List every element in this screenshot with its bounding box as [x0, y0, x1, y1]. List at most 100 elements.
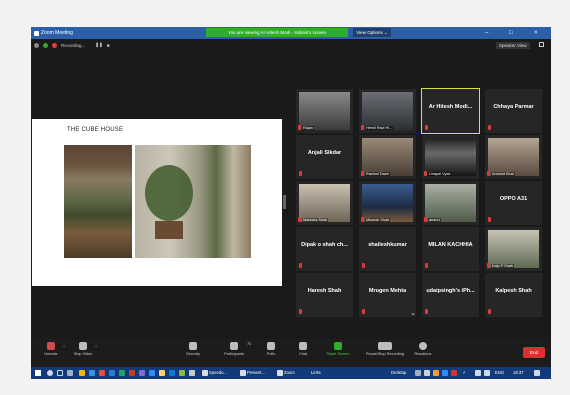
microphone-muted-icon: [47, 342, 55, 350]
speaker-view-button[interactable]: Speaker View: [496, 42, 530, 49]
participant-tile[interactable]: Haresh Shah: [296, 273, 353, 317]
participant-video: [299, 92, 350, 130]
share-screen-icon: [334, 342, 342, 350]
participant-tile[interactable]: Rashmi Dave: [359, 135, 416, 179]
muted-microphone-icon: [487, 263, 490, 268]
windows-start-icon[interactable]: [35, 370, 41, 376]
security-button[interactable]: Security: [173, 342, 213, 356]
muted-microphone-icon: [361, 125, 364, 130]
language-indicator[interactable]: ENG: [495, 369, 504, 377]
participant-name-caption: Manisha Shah: [302, 218, 329, 222]
chat-button[interactable]: Chat: [283, 342, 323, 356]
participant-name: shaileshkumar: [368, 242, 407, 248]
share-screen-button[interactable]: Share Screen: [318, 342, 358, 356]
close-button[interactable]: ×: [534, 29, 538, 37]
taskbar-app-zoom[interactable]: Zoom: [276, 369, 295, 377]
volume-icon[interactable]: [484, 370, 490, 376]
participant-tile[interactable]: Dipak o shah ch...: [296, 227, 353, 271]
participant-tile[interactable]: Hemil Ravi Hi...: [359, 89, 416, 133]
pause-recording-icon[interactable]: ❚❚: [95, 42, 103, 48]
participant-tile[interactable]: udaipsingh's iPh...: [422, 273, 479, 317]
polls-label: Polls: [266, 352, 276, 356]
participant-tile[interactable]: shaileshkumar: [359, 227, 416, 271]
participant-tile[interactable]: Android Bhai: [485, 135, 542, 179]
network-icon[interactable]: [475, 370, 481, 376]
view-options-button[interactable]: View Options ⌄: [353, 28, 391, 37]
participant-tile[interactable]: Rajan: [296, 89, 353, 133]
maximize-button[interactable]: □: [509, 29, 513, 37]
video-camera-icon: [79, 342, 87, 350]
muted-microphone-icon: [488, 125, 491, 130]
participant-tile[interactable]: Kalpesh Shah: [485, 273, 542, 317]
participant-tile[interactable]: Unapal Vyas: [422, 135, 479, 179]
pause-stop-recording-icon: [378, 342, 392, 350]
powerpoint-icon[interactable]: [129, 370, 135, 376]
video-options-caret-icon[interactable]: ^: [95, 344, 97, 349]
taskbar-app-speedo[interactable]: Speedo...: [201, 369, 227, 377]
participant-name: Ar Hitesh Modi...: [428, 104, 473, 110]
fullscreen-icon[interactable]: [539, 42, 544, 47]
slide-title: THE CUBE HOUSE: [67, 127, 124, 133]
tray-icon-3[interactable]: [433, 370, 439, 376]
edge-browser-icon[interactable]: [89, 370, 95, 376]
links-toolbar[interactable]: Links: [311, 369, 321, 377]
hidden-icons-caret-icon[interactable]: ˄: [463, 369, 465, 377]
participant-tile[interactable]: anand: [422, 181, 479, 225]
clock[interactable]: 18:37: [513, 369, 523, 377]
house-photo-left: [64, 145, 132, 258]
info-icon[interactable]: [34, 42, 39, 48]
pause-recording-button[interactable]: Pause/Stop Recording: [361, 342, 409, 356]
participant-tile[interactable]: Mukesh Shah: [359, 181, 416, 225]
participant-tile[interactable]: Manisha Shah: [296, 181, 353, 225]
task-view-icon[interactable]: [67, 370, 73, 376]
onenote-icon[interactable]: [139, 370, 145, 376]
tray-icon-2[interactable]: [424, 370, 430, 376]
chat-label: Chat: [298, 352, 308, 356]
taskbar-app-present[interactable]: Present...: [239, 369, 265, 377]
recording-dot-icon: [52, 42, 57, 48]
muted-microphone-icon: [424, 171, 427, 176]
planter-shape: [155, 221, 183, 239]
reactions-label: Reactions: [414, 352, 432, 356]
tray-icon-5[interactable]: [451, 370, 457, 376]
participant-tile[interactable]: OPPO A31: [485, 181, 542, 225]
gallery-scroll-down-icon[interactable]: ⌄: [407, 310, 419, 318]
share-screen-label: Share Screen: [326, 352, 350, 356]
search-icon[interactable]: [47, 370, 53, 376]
stop-recording-icon[interactable]: ■: [107, 43, 110, 48]
meeting-toolbar: Unmute ^ Stop Video ^ Security Participa…: [31, 339, 551, 367]
photos-icon[interactable]: [179, 370, 185, 376]
participants-button[interactable]: Participants 70: [214, 342, 254, 356]
excel-icon[interactable]: [119, 370, 125, 376]
reactions-button[interactable]: Reactions: [403, 342, 443, 356]
file-explorer-icon[interactable]: [79, 370, 85, 376]
participant-tile[interactable]: Ar Hitesh Modi...: [421, 88, 480, 134]
participant-tile[interactable]: Anjali Sikdar: [296, 135, 353, 179]
sticky-notes-icon[interactable]: [159, 370, 165, 376]
tray-icon-1[interactable]: [415, 370, 421, 376]
mail-icon[interactable]: [149, 370, 155, 376]
zoom-tray-icon[interactable]: [442, 370, 448, 376]
minimize-button[interactable]: –: [485, 29, 488, 37]
participant-name: udaipsingh's iPh...: [426, 288, 475, 294]
cortana-icon[interactable]: [57, 370, 63, 376]
participant-tile[interactable]: MILAN KACHHIA: [422, 227, 479, 271]
panel-resize-handle[interactable]: [283, 195, 286, 209]
unmute-label: Unmute: [44, 352, 58, 356]
stop-video-label: Stop Video: [73, 352, 93, 356]
word-icon[interactable]: [109, 370, 115, 376]
encryption-shield-icon[interactable]: [43, 42, 48, 48]
house-photo-right: [135, 145, 251, 258]
desktop-toolbar[interactable]: Desktop: [391, 369, 406, 377]
muted-microphone-icon: [425, 263, 428, 268]
participant-name-caption: Unapal Vyas: [428, 172, 452, 176]
participant-tile[interactable]: Chhaya Parmar: [485, 89, 542, 133]
participant-video: [425, 138, 476, 176]
stop-video-button[interactable]: Stop Video ^: [63, 342, 103, 356]
participant-tile[interactable]: Kalp P Shah: [485, 227, 542, 271]
settings-icon[interactable]: [189, 370, 195, 376]
store-icon[interactable]: [169, 370, 175, 376]
end-meeting-button[interactable]: End: [523, 347, 545, 358]
notifications-icon[interactable]: [534, 370, 540, 376]
chrome-icon[interactable]: [99, 370, 105, 376]
